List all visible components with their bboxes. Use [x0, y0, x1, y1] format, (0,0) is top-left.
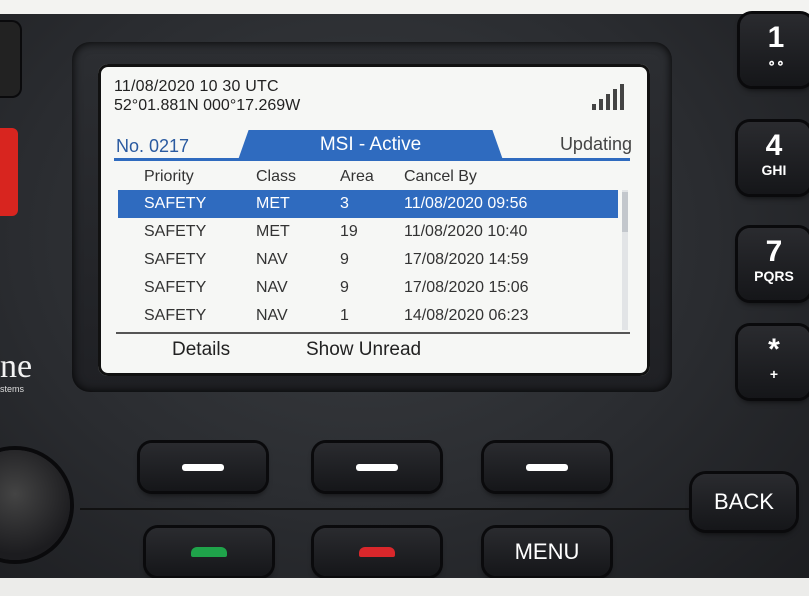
key-digit: *: [768, 333, 780, 366]
cell-priority: SAFETY: [144, 251, 207, 268]
cell-area: 3: [340, 195, 349, 212]
cell-area: 9: [340, 251, 349, 268]
background-strip-bottom: [0, 578, 809, 596]
softkey-middle-button[interactable]: [314, 443, 440, 491]
table-row[interactable]: SAFETY NAV 9 17/08/2020 14:59: [118, 246, 618, 274]
softkey-label-show-unread: Show Unread: [306, 339, 422, 360]
back-button[interactable]: BACK: [692, 474, 796, 530]
table-header: Priority Class Area Cancel By: [98, 168, 650, 190]
datetime-readout: 11/08/2020 10 30 UTC: [114, 78, 279, 95]
dash-icon: [526, 464, 568, 471]
menu-button[interactable]: MENU: [484, 528, 610, 576]
tab-msi-active[interactable]: MSI - Active: [238, 130, 503, 160]
key-letters: +: [769, 366, 779, 382]
panel-groove: [80, 508, 720, 510]
brand-logo: ne: [0, 348, 33, 385]
display-screen: 11/08/2020 10 30 UTC 52°01.881N 000°17.2…: [98, 64, 650, 376]
cell-class: NAV: [256, 279, 288, 296]
table-scrollbar[interactable]: [622, 190, 628, 330]
cell-area: 9: [340, 279, 349, 296]
table-row[interactable]: SAFETY NAV 1 14/08/2020 06:23: [118, 302, 618, 330]
key-digit: 7: [765, 235, 783, 268]
cell-cancel-by: 17/08/2020 15:06: [404, 279, 529, 296]
dash-icon: [356, 464, 398, 471]
green-handset-icon: [191, 547, 227, 557]
header-priority: Priority: [144, 168, 194, 185]
left-side-key[interactable]: [0, 22, 20, 96]
key-digit: 1: [767, 21, 785, 54]
key-star-button[interactable]: * +: [738, 326, 809, 398]
table-row[interactable]: SAFETY MET 19 11/08/2020 10:40: [118, 218, 618, 246]
scrollbar-thumb[interactable]: [622, 192, 628, 232]
cell-cancel-by: 14/08/2020 06:23: [404, 307, 529, 324]
header-class: Class: [256, 168, 297, 185]
volume-knob[interactable]: [0, 450, 70, 560]
key-letters: PQRS: [754, 268, 794, 284]
call-button[interactable]: [146, 528, 272, 576]
key-1-button[interactable]: 1 ∘∘: [740, 14, 809, 86]
cell-priority: SAFETY: [144, 195, 207, 212]
radio-device: ne stems 11/08/2020 10 30 UTC 52°01.881N…: [0, 0, 809, 596]
header-area: Area: [340, 168, 374, 185]
cell-cancel-by: 11/08/2020 09:56: [404, 195, 528, 212]
signal-bars-icon: [592, 82, 628, 110]
key-digit: 4: [765, 129, 783, 162]
cell-class: NAV: [256, 251, 288, 268]
key-letters: GHI: [761, 162, 787, 178]
cell-priority: SAFETY: [144, 279, 207, 296]
key-4-button[interactable]: 4 GHI: [738, 122, 809, 194]
tab-underline: [114, 158, 630, 161]
end-call-button[interactable]: [314, 528, 440, 576]
softkey-label-details: Details: [172, 339, 231, 360]
position-readout: 52°01.881N 000°17.269W: [114, 97, 301, 114]
cell-area: 1: [340, 307, 349, 324]
cell-class: MET: [256, 223, 290, 240]
cell-class: NAV: [256, 307, 288, 324]
softkey-divider: [116, 332, 630, 334]
key-7-button[interactable]: 7 PQRS: [738, 228, 809, 300]
cell-class: MET: [256, 195, 290, 212]
header-cancel-by: Cancel By: [404, 168, 477, 185]
background-strip: [0, 0, 809, 14]
cell-priority: SAFETY: [144, 307, 207, 324]
cell-priority: SAFETY: [144, 223, 207, 240]
tab-row: No. 0217 MSI - Active Updating: [98, 130, 650, 160]
update-status: Updating: [559, 134, 632, 154]
red-side-button[interactable]: [0, 128, 18, 216]
cell-cancel-by: 17/08/2020 14:59: [404, 251, 529, 268]
msi-table: SAFETY MET 3 11/08/2020 09:56 SAFETY MET…: [118, 190, 618, 330]
voicemail-icon: ∘∘: [767, 54, 785, 70]
red-handset-icon: [359, 547, 395, 557]
message-number: No. 0217: [116, 136, 190, 156]
cell-cancel-by: 11/08/2020 10:40: [404, 223, 528, 240]
table-row[interactable]: SAFETY MET 3 11/08/2020 09:56: [118, 190, 618, 218]
brand-subtitle: stems: [0, 384, 25, 394]
softkey-left-button[interactable]: [140, 443, 266, 491]
dash-icon: [182, 464, 224, 471]
cell-area: 19: [340, 223, 358, 240]
table-row[interactable]: SAFETY NAV 9 17/08/2020 15:06: [118, 274, 618, 302]
softkey-right-button[interactable]: [484, 443, 610, 491]
